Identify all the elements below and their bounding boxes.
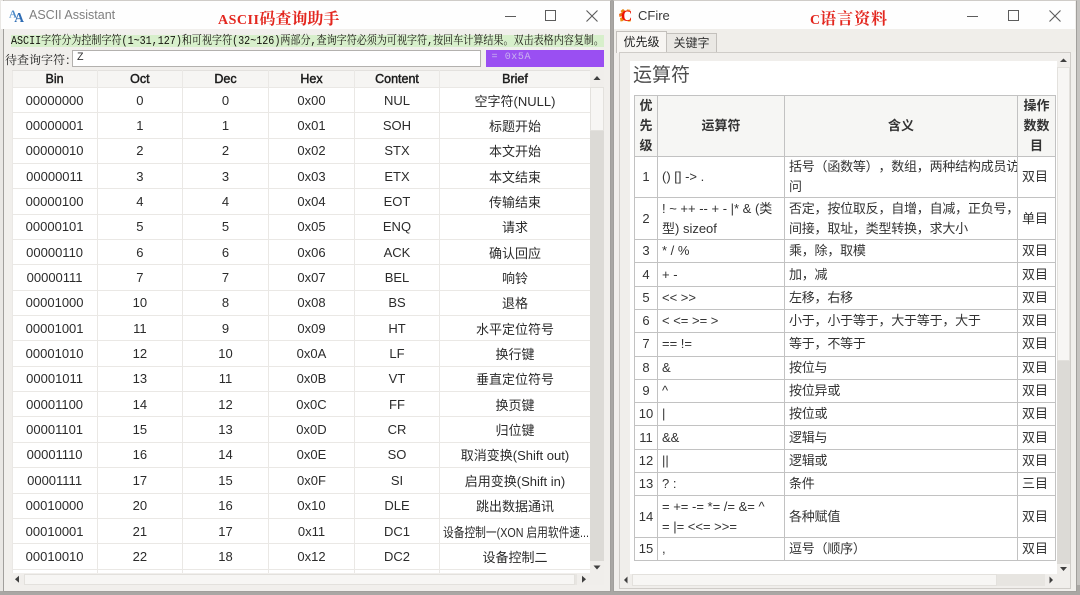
svg-text:C: C [621,8,632,23]
svg-text:A: A [14,10,24,23]
